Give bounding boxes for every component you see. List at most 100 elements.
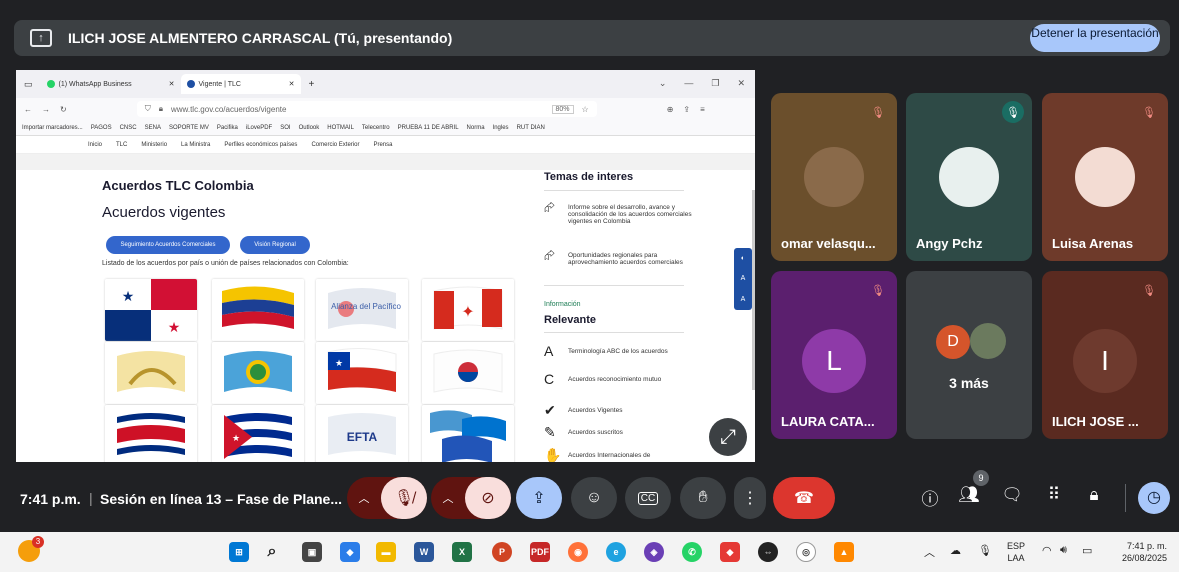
language-indicator[interactable]: ESP LAA (1007, 540, 1025, 564)
site-nav-item[interactable]: La Ministra (181, 142, 210, 148)
edge-icon[interactable]: e (606, 542, 626, 562)
share-icon[interactable]: ⇪ (683, 105, 690, 114)
participant-tile[interactable]: 🎙︎ Angy Pchz (906, 93, 1032, 261)
back-icon[interactable]: ← (24, 105, 32, 114)
url-field[interactable]: ⛉ 🔒︎ www.tlc.gov.co/acuerdos/vigente 80%… (136, 101, 597, 117)
people-icon[interactable]: 👥︎ (957, 485, 981, 505)
bookmark-item[interactable]: Norma (467, 125, 485, 131)
close-tab-icon[interactable]: ✕ (289, 80, 295, 88)
bookmark-item[interactable]: Pacifika (217, 125, 238, 131)
present-button[interactable]: ⇪ (516, 477, 562, 519)
stop-presenting-button[interactable]: Detener la presentación (1030, 24, 1160, 52)
flag-triangulo-norte[interactable] (422, 405, 514, 462)
mic-off-icon[interactable]: 🎙︎̸ (381, 477, 427, 519)
relevante-item[interactable]: ✔ Acuerdos Vigentes (544, 403, 694, 417)
menu-icon[interactable]: ≡ (700, 105, 705, 114)
teamviewer-icon[interactable]: ⇔ (758, 542, 778, 562)
participant-tile[interactable]: 🎙︎ Luisa Arenas (1042, 93, 1168, 261)
volume-icon[interactable]: 🔊︎ (1060, 544, 1067, 557)
flag-korea[interactable] (422, 342, 514, 404)
battery-icon[interactable]: ▭ (1082, 544, 1092, 557)
contrast-icon[interactable]: ◐ (741, 255, 745, 262)
host-controls-icon[interactable]: 🔒︎ (1082, 485, 1106, 505)
reload-icon[interactable]: ↻ (60, 105, 67, 114)
tab-tlc[interactable]: Vigente | TLC ✕ (180, 74, 301, 94)
bookmark-item[interactable]: CNSC (120, 125, 137, 131)
flag-canada[interactable]: ✦ (422, 279, 514, 341)
timer-icon[interactable]: ◷ (1138, 482, 1170, 514)
vision-regional-button[interactable]: Visión Regional (240, 236, 310, 254)
bookmark-item[interactable]: SOPORTE MV (169, 125, 209, 131)
flag-caricom-blue[interactable] (212, 342, 304, 404)
flag-chile[interactable]: ★ (316, 342, 408, 404)
more-options-button[interactable]: ⋮ (734, 477, 766, 519)
bookmark-item[interactable]: RUT DIAN (517, 125, 545, 131)
flag-panama[interactable]: ★ ★ (105, 279, 197, 341)
participant-tile[interactable]: 🎙︎ L LAURA CATA... (771, 271, 897, 439)
bookmark-item[interactable]: Telecentro (362, 125, 390, 131)
whatsapp-icon[interactable]: ✆ (682, 542, 702, 562)
firefox-icon[interactable]: ◉ (568, 542, 588, 562)
raise-hand-button[interactable]: ✋︎ (680, 477, 726, 519)
star-icon[interactable]: ☆ (582, 105, 589, 114)
bookmark-item[interactable]: Ingles (493, 125, 509, 131)
chevron-up-icon[interactable]: ︿ (347, 490, 381, 506)
flag-venezuela[interactable] (212, 279, 304, 341)
mic-icon[interactable]: 🎙︎ (978, 544, 992, 557)
flag-costa-rica[interactable] (105, 405, 197, 462)
relevante-item[interactable]: C Acuerdos reconocimiento mutuo (544, 372, 694, 386)
pocket-icon[interactable]: ⊕ (667, 105, 674, 114)
flag-caricom[interactable] (105, 342, 197, 404)
bookmark-item[interactable]: Outlook (299, 125, 320, 131)
flag-alianza-pacifico[interactable]: Alianza del Pacífico (316, 279, 408, 341)
participant-tile[interactable]: 🎙︎ I ILICH JOSE ... (1042, 271, 1168, 439)
vpn-icon[interactable]: ◈ (644, 542, 664, 562)
captions-button[interactable]: CC (625, 477, 671, 519)
camera-off-icon[interactable]: ⊘ (465, 477, 511, 519)
tab-overview-icon[interactable]: ▭ (24, 79, 33, 90)
windows-start-icon[interactable]: ⊞ (229, 542, 249, 562)
chevron-down-icon[interactable]: ⌄ (659, 78, 667, 89)
onedrive-icon[interactable]: ☁ (950, 544, 961, 557)
search-icon[interactable]: ⌕ (262, 542, 282, 562)
bookmark-item[interactable]: SENA (145, 125, 161, 131)
close-icon[interactable]: ✕ (737, 78, 745, 89)
tema-item[interactable]: ⮳ Informe sobre el desarrollo, avance y … (544, 200, 694, 225)
bookmark-item[interactable]: iLovePDF (246, 125, 272, 131)
chrome-icon[interactable]: ◎ (796, 542, 816, 562)
scrollbar[interactable] (752, 190, 755, 390)
new-tab-icon[interactable]: + (309, 79, 315, 90)
word-icon[interactable]: W (414, 542, 434, 562)
site-nav-item[interactable]: Perfiles económicos países (224, 142, 297, 148)
expand-icon[interactable]: ⤢ (709, 418, 747, 456)
bookmark-item[interactable]: PRUEBA 11 DE ABRIL (398, 125, 459, 131)
anydesk-icon[interactable]: ◆ (720, 542, 740, 562)
chat-icon[interactable]: 🗨 (1000, 485, 1024, 505)
zoom-level[interactable]: 80% (551, 104, 574, 114)
activities-icon[interactable]: ⠿ (1042, 485, 1066, 505)
site-nav-item[interactable]: Inicio (88, 142, 102, 148)
tema-item[interactable]: ⮳ Oportunidades regionales para aprovech… (544, 248, 694, 266)
close-tab-icon[interactable]: ✕ (169, 80, 175, 88)
excel-icon[interactable]: X (452, 542, 472, 562)
system-clock[interactable]: 7:41 p. m. 26/08/2025 (1122, 540, 1167, 564)
increase-text-icon[interactable]: A (741, 296, 746, 303)
chevron-up-icon[interactable]: ︿ (924, 544, 935, 560)
tab-whatsapp[interactable]: (1) WhatsApp Business ✕ (41, 74, 181, 94)
wifi-icon[interactable]: ◠ (1042, 544, 1052, 557)
decrease-text-icon[interactable]: A (741, 275, 746, 282)
powerpoint-icon[interactable]: P (492, 542, 512, 562)
forward-icon[interactable]: → (42, 105, 50, 114)
site-nav-item[interactable]: Prensa (373, 142, 392, 148)
bookmark-item[interactable]: Importar marcadores... (22, 125, 83, 131)
copilot-icon[interactable]: ◆ (340, 542, 360, 562)
bookmark-item[interactable]: PAGOS (91, 125, 112, 131)
vlc-icon[interactable]: ▲ (834, 542, 854, 562)
relevante-item[interactable]: ✋ Acuerdos Internacionales de (544, 448, 694, 462)
relevante-item[interactable]: ✎ Acuerdos suscritos (544, 425, 694, 439)
bookmark-item[interactable]: SOI (280, 125, 290, 131)
info-icon[interactable]: ⓘ (918, 485, 942, 510)
participant-tile[interactable]: 🎙︎ omar velasqu... (771, 93, 897, 261)
emoji-button[interactable]: ☺ (571, 477, 617, 519)
restore-icon[interactable]: ❐ (711, 78, 719, 89)
